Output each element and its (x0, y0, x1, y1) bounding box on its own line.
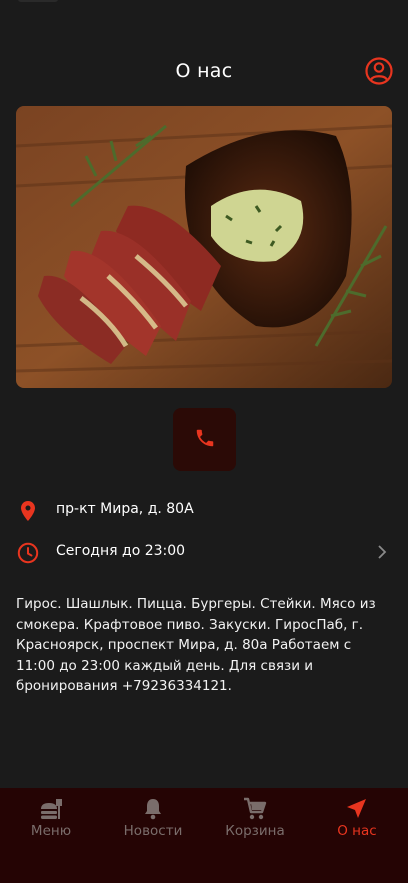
steak-photo (16, 106, 392, 388)
tab-menu-label: Меню (30, 823, 72, 839)
call-button[interactable] (173, 408, 236, 471)
about-screen: О нас пр-кт Мира, д. 80А Сегодня до 23:0… (0, 0, 408, 883)
tab-news[interactable]: Новости (102, 788, 204, 883)
navigation-arrow-icon (344, 796, 370, 822)
tab-menu[interactable]: Меню (0, 788, 102, 883)
map-pin-icon (16, 499, 40, 523)
account-circle-icon[interactable] (364, 56, 394, 86)
tab-news-label: Новости (123, 823, 183, 839)
about-description: Гирос. Шашлык. Пицца. Бургеры. Стейки. М… (16, 596, 376, 694)
page-title: О нас (175, 60, 233, 82)
cart-icon (242, 796, 268, 822)
phone-icon (194, 427, 216, 453)
header: О нас (0, 48, 408, 96)
tab-about-label: О нас (337, 823, 377, 839)
hours-text: Сегодня до 23:00 (56, 543, 186, 559)
menu-food-icon (38, 796, 64, 822)
bell-icon (140, 796, 166, 822)
address-row[interactable]: пр-кт Мира, д. 80А (16, 496, 392, 526)
chevron-right-icon (376, 544, 388, 560)
tab-about[interactable]: О нас (306, 788, 408, 883)
address-text: пр-кт Мира, д. 80А (56, 501, 194, 517)
clock-icon (16, 541, 40, 565)
status-bar-time (18, 0, 58, 2)
tab-cart-label: Корзина (225, 823, 285, 839)
bottom-tab-bar: Меню Новости Корзина О нас (0, 788, 408, 883)
status-bar (0, 0, 408, 10)
tab-cart[interactable]: Корзина (204, 788, 306, 883)
hours-row[interactable]: Сегодня до 23:00 (16, 538, 392, 568)
